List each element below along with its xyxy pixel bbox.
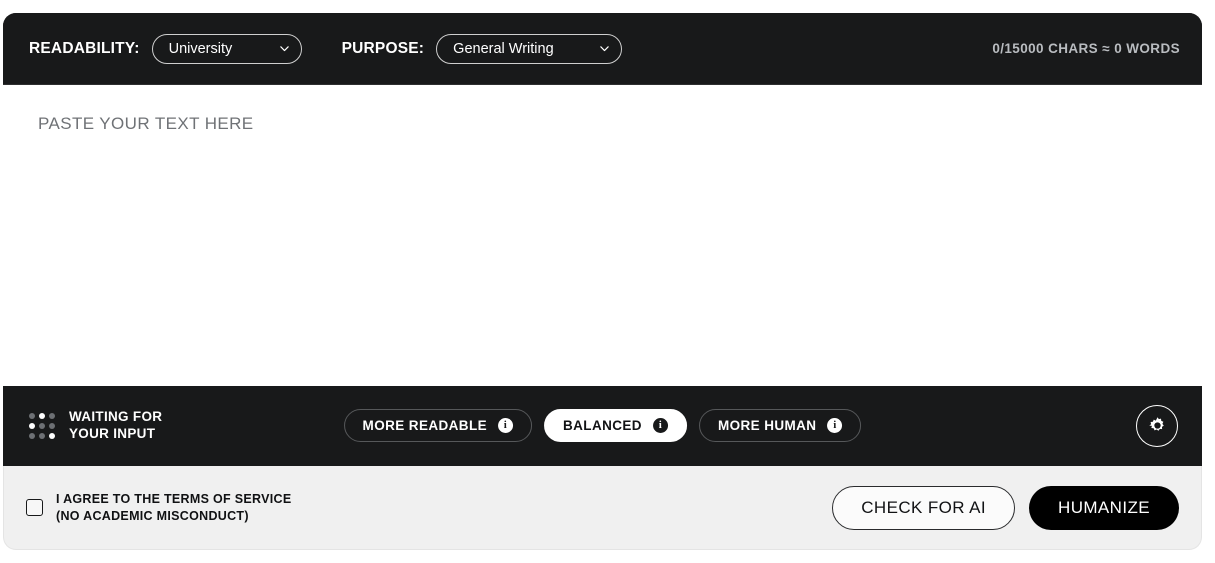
editor-card: READABILITY: University PURPOSE: General… — [3, 13, 1202, 466]
mode-balanced-label: BALANCED — [563, 418, 642, 433]
settings-button[interactable] — [1136, 404, 1178, 447]
info-icon[interactable]: i — [827, 418, 843, 433]
purpose-value: General Writing — [453, 40, 554, 57]
purpose-dropdown[interactable]: General Writing — [436, 33, 623, 64]
status-block: WAITING FOR YOUR INPUT — [29, 409, 162, 442]
dot-grid-icon — [29, 412, 55, 439]
check-for-ai-button[interactable]: CHECK FOR AI — [832, 485, 1016, 530]
text-surface — [3, 85, 1202, 386]
status-text: WAITING FOR YOUR INPUT — [69, 409, 162, 442]
readability-label: READABILITY: — [29, 39, 140, 57]
info-icon[interactable]: i — [652, 418, 668, 433]
gear-icon — [1147, 415, 1168, 436]
readability-value: University — [168, 40, 233, 57]
mode-more-human-label: MORE HUMAN — [717, 418, 817, 433]
terms-line-1: I AGREE TO THE TERMS OF SERVICE — [56, 492, 292, 507]
action-buttons: CHECK FOR AI HUMANIZE — [832, 485, 1179, 530]
bottom-toolbar: WAITING FOR YOUR INPUT MORE READABLE i B… — [3, 386, 1202, 465]
mode-balanced[interactable]: BALANCED i — [544, 409, 687, 442]
footer-bar: I AGREE TO THE TERMS OF SERVICE (NO ACAD… — [3, 466, 1202, 550]
mode-more-readable-label: MORE READABLE — [362, 418, 487, 433]
app-shell: READABILITY: University PURPOSE: General… — [0, 0, 1215, 563]
terms-label: I AGREE TO THE TERMS OF SERVICE (NO ACAD… — [56, 491, 292, 524]
terms-line-2: (NO ACADEMIC MISCONDUCT) — [56, 508, 249, 523]
status-line-1: WAITING FOR — [69, 409, 163, 425]
mode-more-readable[interactable]: MORE READABLE i — [343, 409, 532, 442]
readability-dropdown[interactable]: University — [151, 33, 302, 64]
chevron-down-icon — [279, 43, 290, 54]
humanize-button[interactable]: HUMANIZE — [1029, 485, 1179, 530]
text-input[interactable] — [3, 85, 1202, 386]
purpose-control: PURPOSE: General Writing — [341, 33, 623, 64]
terms-block: I AGREE TO THE TERMS OF SERVICE (NO ACAD… — [26, 491, 292, 524]
chevron-down-icon — [599, 43, 610, 54]
status-line-2: YOUR INPUT — [69, 425, 156, 441]
terms-checkbox[interactable] — [26, 499, 43, 516]
mode-selector: MORE READABLE i BALANCED i MORE HUMAN i — [343, 409, 862, 442]
info-icon[interactable]: i — [498, 418, 513, 433]
purpose-label: PURPOSE: — [341, 39, 425, 57]
top-toolbar: READABILITY: University PURPOSE: General… — [3, 13, 1202, 85]
character-counter: 0/15000 CHARS ≈ 0 WORDS — [992, 41, 1180, 56]
mode-more-human[interactable]: MORE HUMAN i — [698, 409, 862, 442]
readability-control: READABILITY: University — [29, 33, 302, 64]
